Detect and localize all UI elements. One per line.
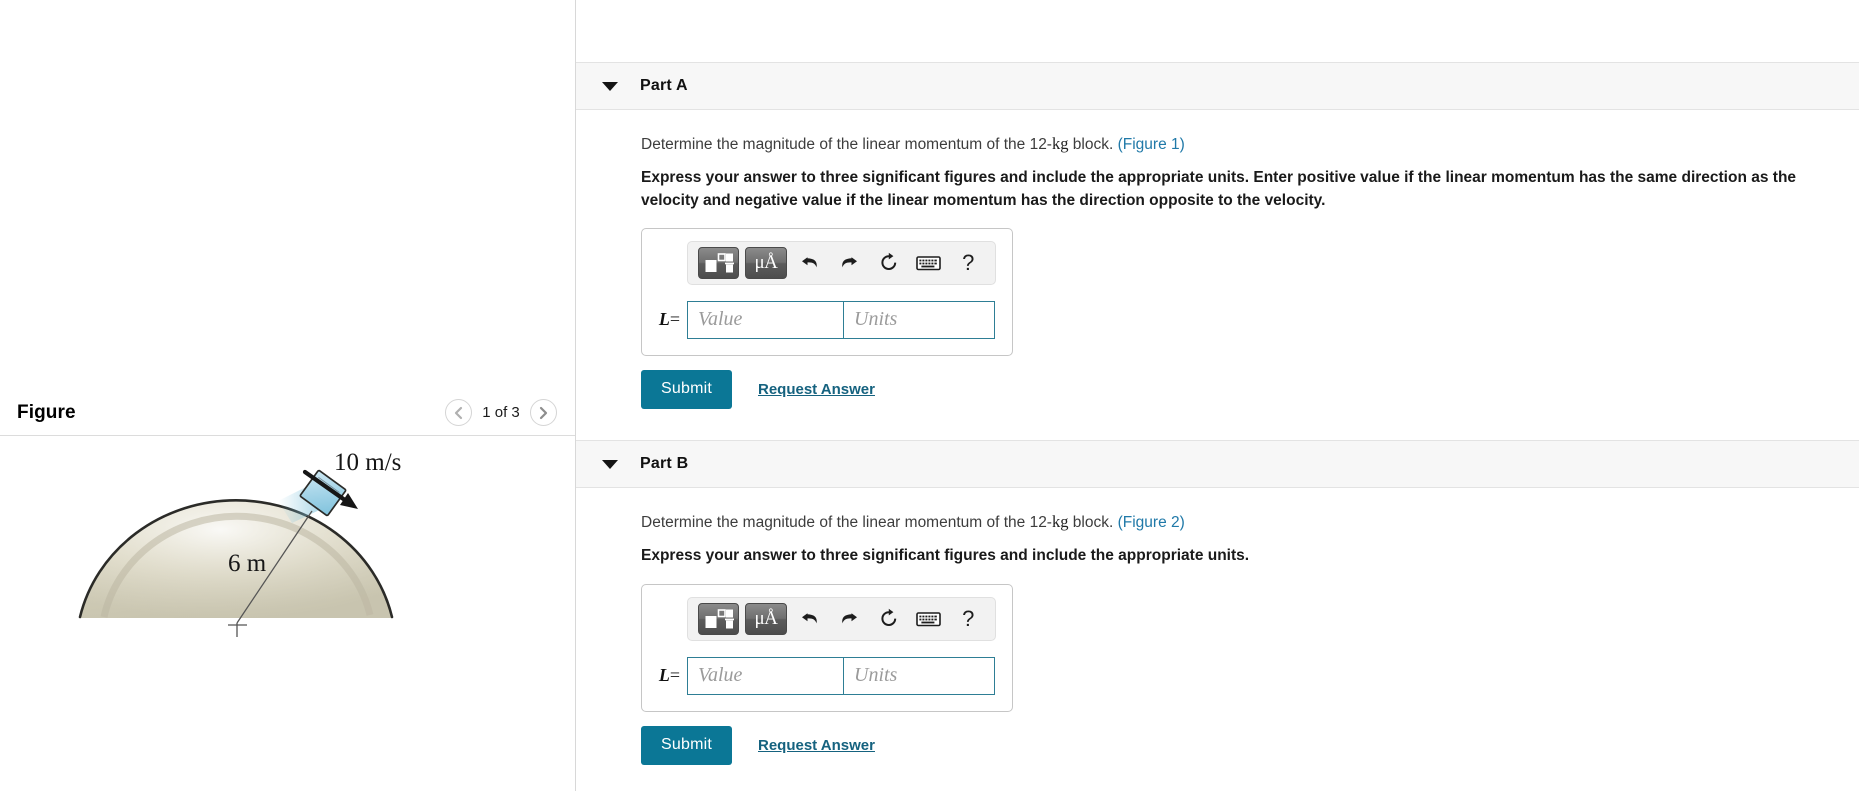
reset-icon[interactable] bbox=[872, 603, 906, 635]
answer-symbol: L bbox=[658, 309, 670, 330]
units-symbol-button[interactable]: μÅ bbox=[745, 246, 787, 279]
part-a-units-input[interactable] bbox=[843, 300, 995, 339]
reset-icon[interactable] bbox=[872, 247, 906, 279]
math-template-icon[interactable] bbox=[698, 246, 740, 279]
question-prefix: Determine the magnitude of the linear mo… bbox=[641, 514, 1052, 531]
keyboard-icon[interactable] bbox=[912, 247, 946, 279]
units-symbol-label: μÅ bbox=[754, 251, 778, 273]
part-a-label: Part A bbox=[640, 77, 688, 94]
units-symbol-label: μÅ bbox=[754, 607, 778, 629]
chevron-right-icon bbox=[538, 406, 549, 420]
part-a-math-toolbar: μÅ ? bbox=[687, 240, 996, 285]
answer-symbol-label: L= bbox=[656, 665, 687, 686]
question-prefix: Determine the magnitude of the linear mo… bbox=[641, 136, 1052, 153]
help-label: ? bbox=[962, 605, 975, 631]
keyboard-icon[interactable] bbox=[912, 603, 946, 635]
figure-title: Figure bbox=[17, 401, 76, 423]
figure-prev-button[interactable] bbox=[445, 399, 472, 426]
question-suffix: block. bbox=[1068, 514, 1118, 531]
part-a-answer-row: L= bbox=[656, 300, 998, 339]
answer-symbol: L bbox=[658, 665, 670, 686]
part-b-section: Part B Determine the magnitude of the li… bbox=[576, 440, 1859, 765]
part-a-section: Part A Determine the magnitude of the li… bbox=[576, 62, 1859, 409]
answer-symbol-label: L= bbox=[656, 309, 687, 330]
redo-icon[interactable] bbox=[832, 603, 866, 635]
chevron-left-icon bbox=[453, 406, 464, 420]
part-a-question: Determine the magnitude of the linear mo… bbox=[641, 132, 1859, 156]
figure-counter: 1 of 3 bbox=[482, 404, 520, 421]
figure-next-button[interactable] bbox=[530, 399, 557, 426]
figure-header: Figure 1 of 3 bbox=[0, 390, 575, 436]
part-b-answer-row: L= bbox=[656, 656, 998, 695]
part-b-answer-box: μÅ ? L= Value Units bbox=[641, 583, 1013, 712]
part-b-body: Determine the magnitude of the linear mo… bbox=[576, 510, 1859, 765]
part-a-answer-box: μÅ ? L= Value Units bbox=[641, 227, 1013, 356]
part-a-submit-button[interactable]: Submit bbox=[641, 369, 732, 409]
caret-down-icon[interactable] bbox=[602, 459, 618, 469]
units-symbol-button[interactable]: μÅ bbox=[745, 602, 787, 635]
figure-pagination: 1 of 3 bbox=[445, 399, 557, 426]
undo-icon[interactable] bbox=[793, 603, 827, 635]
figure-panel: Figure 1 of 3 10 m/s 6 m bbox=[0, 0, 576, 791]
part-b-request-answer-link[interactable]: Request Answer bbox=[758, 737, 875, 754]
part-b-actions: Submit Request Answer bbox=[641, 725, 1859, 765]
answer-equals: = bbox=[669, 309, 680, 330]
help-icon[interactable]: ? bbox=[951, 247, 985, 279]
part-b-label: Part B bbox=[640, 455, 689, 472]
question-content: Part A Determine the magnitude of the li… bbox=[576, 0, 1859, 791]
part-a-request-answer-link[interactable]: Request Answer bbox=[758, 381, 875, 398]
part-b-submit-button[interactable]: Submit bbox=[641, 725, 732, 765]
question-unit: kg bbox=[1051, 512, 1069, 531]
problem-page: Figure 1 of 3 10 m/s 6 m Part A Determin… bbox=[0, 0, 1859, 791]
figure-2-link[interactable]: (Figure 2) bbox=[1118, 514, 1185, 531]
part-a-value-input[interactable] bbox=[687, 300, 843, 339]
math-template-icon[interactable] bbox=[698, 602, 740, 635]
part-a-header[interactable]: Part A bbox=[576, 62, 1859, 110]
velocity-label: 10 m/s bbox=[334, 449, 401, 476]
dome-block-diagram: 10 m/s 6 m bbox=[78, 449, 401, 637]
redo-icon[interactable] bbox=[832, 247, 866, 279]
figure-illustration[interactable]: 10 m/s 6 m bbox=[0, 437, 576, 791]
caret-down-icon[interactable] bbox=[602, 81, 618, 91]
part-b-value-input[interactable] bbox=[687, 656, 843, 695]
part-a-body: Determine the magnitude of the linear mo… bbox=[576, 132, 1859, 409]
part-a-actions: Submit Request Answer bbox=[641, 369, 1859, 409]
undo-icon[interactable] bbox=[793, 247, 827, 279]
answer-equals: = bbox=[669, 665, 680, 686]
help-label: ? bbox=[962, 249, 975, 275]
radius-label: 6 m bbox=[228, 550, 267, 577]
part-b-instruction: Express your answer to three significant… bbox=[641, 547, 1250, 565]
part-b-header[interactable]: Part B bbox=[576, 440, 1859, 488]
figure-1-link[interactable]: (Figure 1) bbox=[1118, 136, 1185, 153]
part-b-math-toolbar: μÅ ? bbox=[687, 596, 996, 641]
question-suffix: block. bbox=[1068, 136, 1118, 153]
question-unit: kg bbox=[1051, 134, 1069, 153]
part-b-question: Determine the magnitude of the linear mo… bbox=[641, 510, 1859, 534]
part-a-instruction: Express your answer to three significant… bbox=[641, 169, 1797, 209]
part-b-units-input[interactable] bbox=[843, 656, 995, 695]
help-icon[interactable]: ? bbox=[951, 603, 985, 635]
